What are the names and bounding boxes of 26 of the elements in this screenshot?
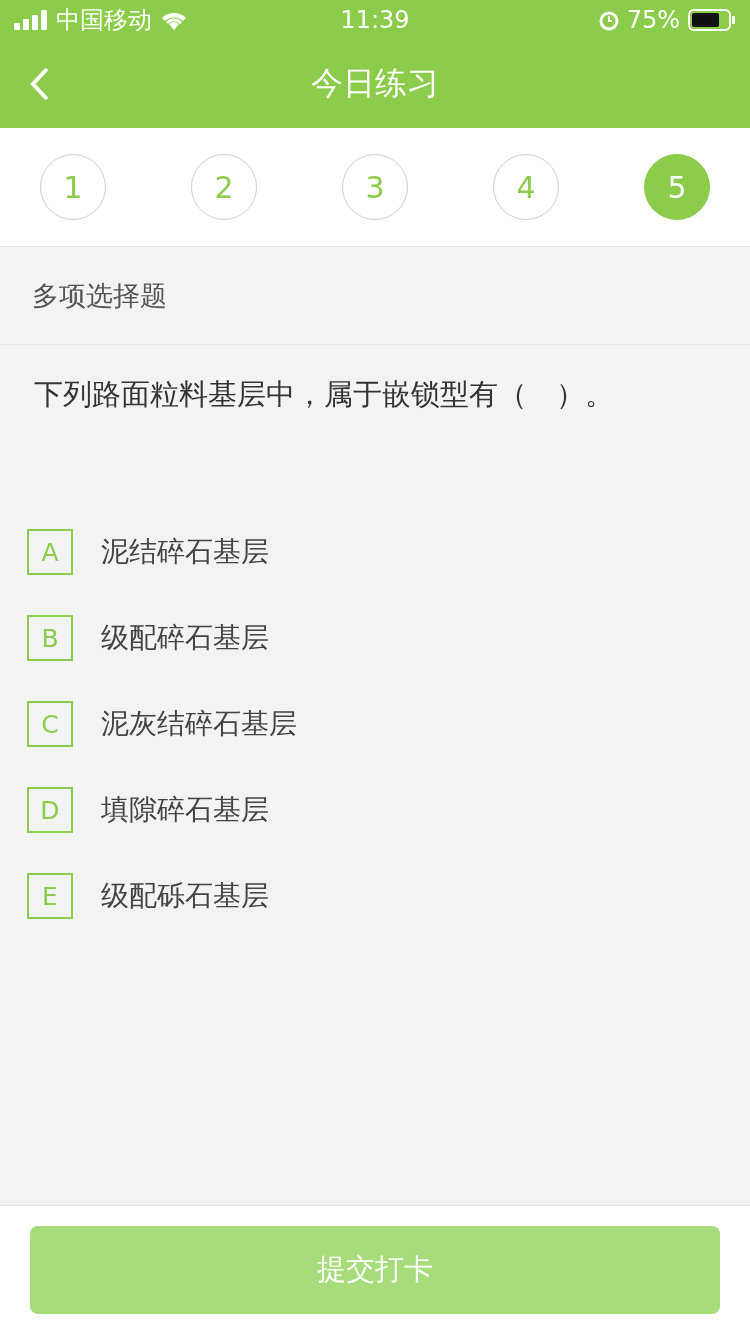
battery-icon	[688, 9, 736, 31]
question-number[interactable]: 3	[342, 154, 408, 220]
alarm-icon	[598, 9, 619, 31]
battery-percent: 75%	[626, 6, 680, 34]
question-text: 下列路面粒料基层中，属于嵌锁型有（ ）。	[33, 376, 615, 413]
carrier-name: 中国移动	[56, 5, 152, 36]
question-number[interactable]: 4	[493, 154, 559, 220]
option-letter[interactable]: A	[27, 529, 73, 575]
option-letter[interactable]: B	[27, 615, 73, 661]
page-title: 今日练习	[311, 63, 439, 104]
option-text[interactable]: 级配碎石基层	[101, 619, 269, 657]
option-text[interactable]: 级配砾石基层	[101, 877, 269, 915]
back-icon	[30, 67, 50, 101]
option-text[interactable]: 泥结碎石基层	[101, 533, 269, 571]
signal-icon	[14, 10, 48, 30]
option-text[interactable]: 泥灰结碎石基层	[101, 705, 297, 743]
wifi-icon	[160, 10, 188, 30]
question-number[interactable]: 2	[191, 154, 257, 220]
status-time: 11:39	[340, 6, 410, 34]
question-type: 多项选择题	[32, 278, 167, 313]
option-letter[interactable]: C	[27, 701, 73, 747]
question-number[interactable]: 1	[40, 154, 106, 220]
question-number[interactable]: 5	[644, 154, 710, 220]
option-text[interactable]: 填隙碎石基层	[101, 791, 269, 829]
option-letter[interactable]: D	[27, 787, 73, 833]
option-letter[interactable]: E	[27, 873, 73, 919]
